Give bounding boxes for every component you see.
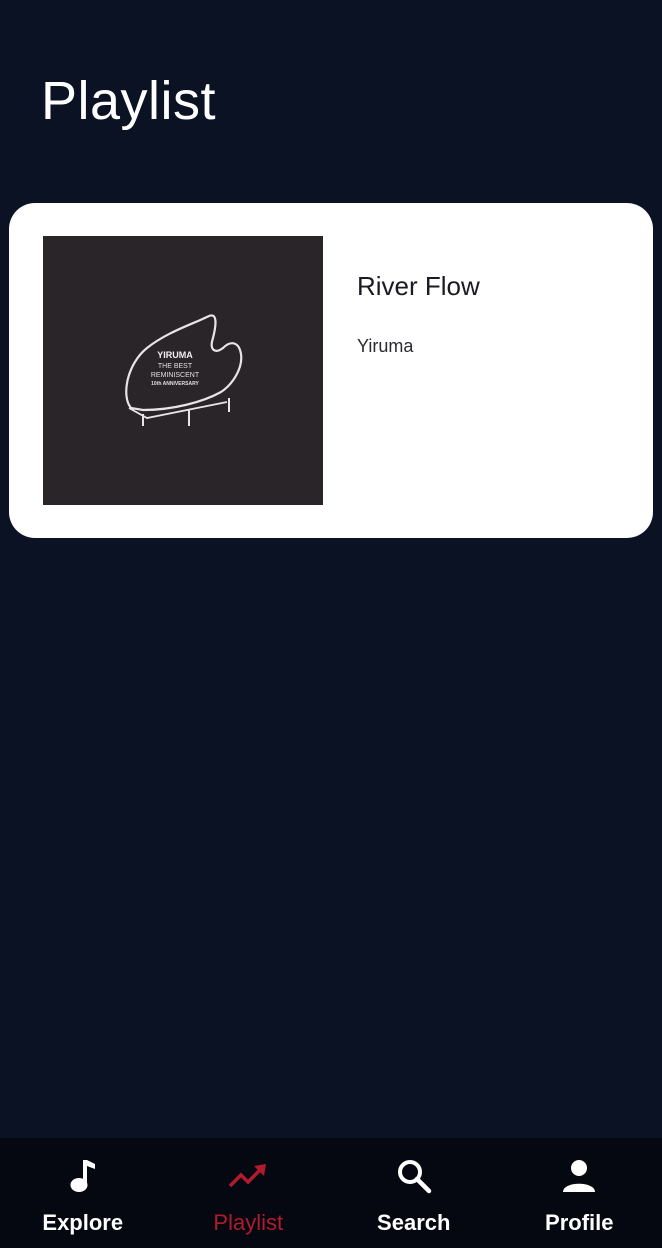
search-icon bbox=[394, 1156, 434, 1196]
trending-icon bbox=[228, 1156, 268, 1196]
album-line-4: 10th ANNIVERSARY bbox=[151, 381, 199, 387]
song-info: River Flow Yiruma bbox=[357, 271, 480, 357]
nav-search-label: Search bbox=[377, 1210, 451, 1235]
nav-profile-label: Profile bbox=[545, 1210, 614, 1235]
page-title: Playlist bbox=[41, 71, 217, 131]
nav-explore[interactable]: Explore bbox=[0, 1138, 166, 1248]
nav-playlist-label: Playlist bbox=[213, 1210, 284, 1235]
music-note-icon bbox=[63, 1156, 103, 1196]
album-line-1: YIRUMA bbox=[157, 350, 193, 360]
album-art: YIRUMA THE BEST REMINISCENT 10th ANNIVER… bbox=[43, 236, 323, 505]
song-artist: Yiruma bbox=[357, 336, 414, 356]
playlist-item-card[interactable]: YIRUMA THE BEST REMINISCENT 10th ANNIVER… bbox=[9, 203, 653, 538]
nav-playlist[interactable]: Playlist bbox=[166, 1138, 332, 1248]
album-line-2: THE BEST bbox=[158, 363, 193, 370]
piano-illustration: YIRUMA THE BEST REMINISCENT 10th ANNIVER… bbox=[125, 314, 243, 426]
bottom-navigation: Explore Playlist Search Profile bbox=[0, 1138, 662, 1248]
nav-search[interactable]: Search bbox=[331, 1138, 497, 1248]
song-title: River Flow bbox=[357, 271, 480, 301]
nav-profile[interactable]: Profile bbox=[497, 1138, 662, 1248]
person-icon bbox=[559, 1156, 599, 1196]
nav-explore-label: Explore bbox=[42, 1210, 124, 1235]
playlist-screen: Playlist YIRUMA THE BEST REMINISCENT 10t… bbox=[0, 0, 662, 1248]
album-line-3: REMINISCENT bbox=[151, 372, 200, 379]
